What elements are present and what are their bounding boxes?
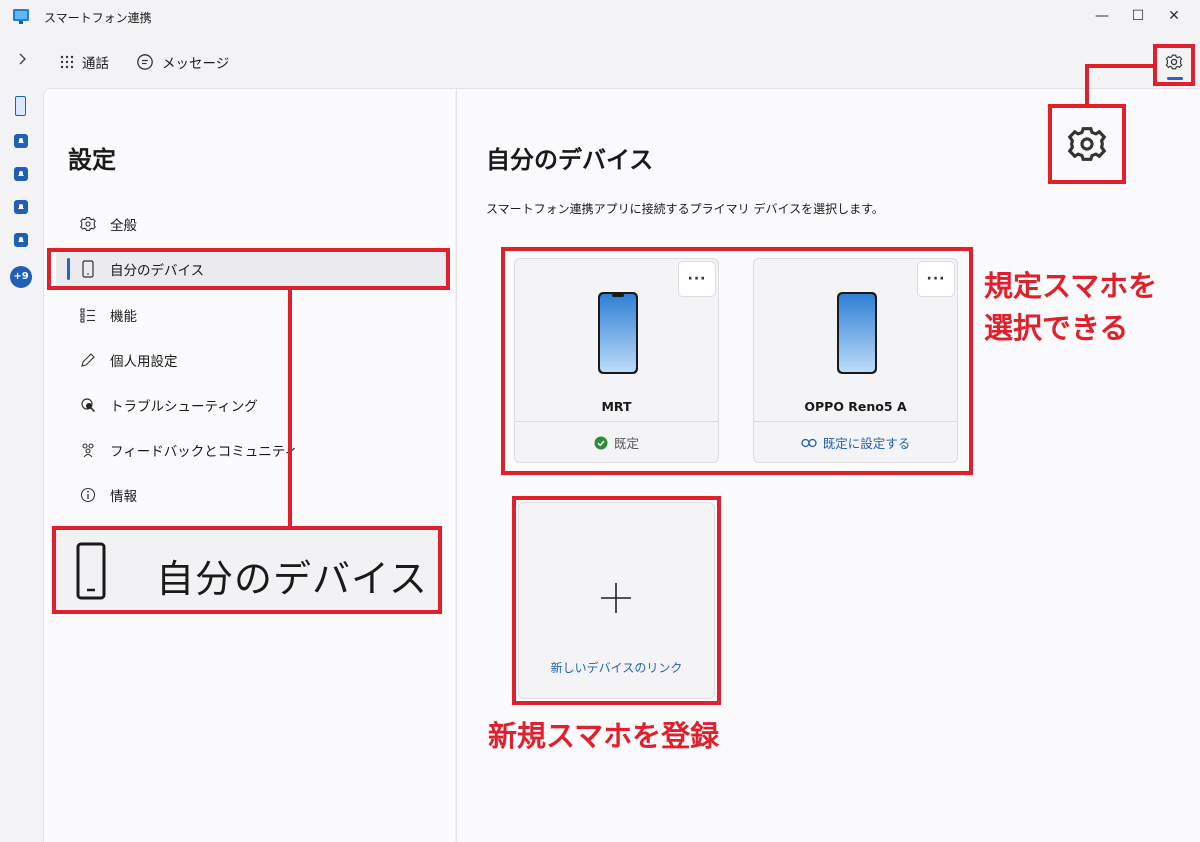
maximize-button[interactable]: ☐ xyxy=(1120,4,1156,28)
page-description: スマートフォン連携アプリに接続するプライマリ デバイスを選択します。 xyxy=(486,202,884,216)
annotation-zoom-label: 自分のデバイス xyxy=(156,557,428,601)
page-title: 自分のデバイス xyxy=(486,146,654,174)
settings-title: 設定 xyxy=(68,146,116,174)
phone-icon xyxy=(76,542,106,600)
nav-item-label: フィードバックとコミュニティ xyxy=(110,444,298,460)
annotation-callout-select-line1: 規定スマホを xyxy=(984,269,1158,303)
annotation-highlight-device-cards xyxy=(501,247,973,475)
dialpad-icon xyxy=(60,55,74,69)
rail-notification-bell-icon[interactable] xyxy=(14,200,28,214)
troubleshoot-icon xyxy=(78,395,98,415)
minimize-button[interactable]: — xyxy=(1084,4,1120,28)
nav-item-label: 全般 xyxy=(110,218,137,234)
rail-notification-bell-icon[interactable] xyxy=(14,134,28,148)
people-icon xyxy=(78,440,98,460)
nav-item-label: 個人用設定 xyxy=(110,354,178,370)
nav-item-feedback[interactable]: フィードバックとコミュニティ xyxy=(56,432,448,468)
title-bar xyxy=(0,0,1200,36)
annotation-zoom-gear xyxy=(1048,104,1126,184)
annotation-connector xyxy=(1085,64,1153,68)
nav-item-label: 機能 xyxy=(110,309,137,325)
app-logo-icon xyxy=(12,8,30,26)
nav-item-troubleshooting[interactable]: トラブルシューティング xyxy=(56,387,448,423)
nav-item-personalization[interactable]: 個人用設定 xyxy=(56,342,448,378)
nav-item-general[interactable]: 全般 xyxy=(56,206,448,242)
annotation-zoom-my-devices: 自分のデバイス xyxy=(52,526,442,614)
message-icon xyxy=(137,54,153,70)
gear-icon xyxy=(78,214,98,234)
window-title: スマートフォン連携 xyxy=(44,11,152,25)
expand-sidebar-button[interactable] xyxy=(10,50,34,74)
calls-label: 通話 xyxy=(82,56,109,72)
annotation-callout-select-line2: 選択できる xyxy=(984,311,1129,345)
list-icon xyxy=(78,305,98,325)
chevron-right-icon xyxy=(19,53,26,65)
rail-notification-bell-icon[interactable] xyxy=(14,167,28,181)
pen-icon xyxy=(78,350,98,370)
messages-label: メッセージ xyxy=(162,56,230,72)
calls-button[interactable]: 通話 xyxy=(60,50,109,74)
gear-icon xyxy=(1067,127,1107,161)
annotation-connector xyxy=(1085,64,1089,104)
annotation-connector xyxy=(288,290,292,526)
annotation-highlight-add-device xyxy=(512,496,721,705)
rail-notification-bell-icon[interactable] xyxy=(14,233,28,247)
rail-more-badge[interactable]: +9 xyxy=(10,266,32,288)
messages-button[interactable]: メッセージ xyxy=(136,50,229,74)
annotation-highlight-nav xyxy=(47,248,450,290)
nav-item-features[interactable]: 機能 xyxy=(56,297,448,333)
close-button[interactable]: ✕ xyxy=(1156,4,1192,28)
nav-item-about[interactable]: 情報 xyxy=(56,477,448,513)
annotation-callout-register: 新規スマホを登録 xyxy=(488,719,720,753)
nav-item-label: トラブルシューティング xyxy=(110,399,258,415)
annotation-highlight-settings xyxy=(1153,44,1195,86)
rail-phone-icon[interactable] xyxy=(15,96,26,116)
nav-item-label: 情報 xyxy=(110,489,137,505)
info-icon xyxy=(78,485,98,505)
